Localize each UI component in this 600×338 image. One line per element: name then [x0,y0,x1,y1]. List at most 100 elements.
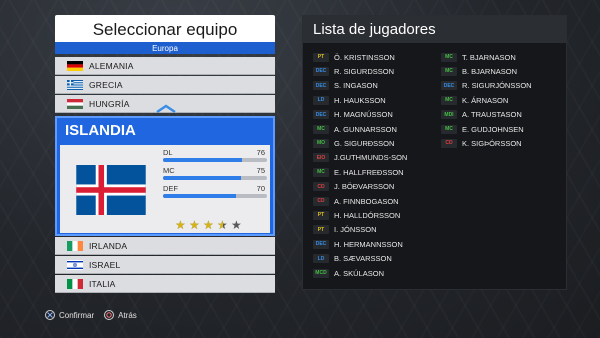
stat-label: MC [163,166,175,175]
position-badge: DEC [313,81,329,91]
player-row[interactable]: PT I. JÓNSSON [313,224,377,236]
player-name: J. BÖÐVARSSON [334,182,395,192]
position-badge: CD [313,196,329,206]
player-row[interactable]: PT Ö. KRISTINSSON [313,51,395,63]
position-badge: DEC [313,110,329,120]
player-row[interactable]: MC T. BJARNASON [441,51,516,63]
select-team-title: Seleccionar equipo [55,15,275,45]
chevron-up-icon[interactable] [154,104,178,114]
position-badge: PT [313,52,329,62]
position-badge: MC [441,66,457,76]
team-row-israel[interactable]: ISRAEL [55,256,275,274]
player-row[interactable]: LD H. HAUKSSON [313,94,386,106]
team-row-italia[interactable]: ITALIA [55,275,275,293]
footer-controls: Confirmar Atrás [45,309,137,321]
player-row[interactable]: DEC S. INGASON [313,80,378,92]
player-row[interactable]: DEC H. HERMANNSSON [313,238,403,250]
player-name: G. SIGURÐSSON [334,138,395,148]
player-row[interactable]: MC A. GUNNARSSON [313,123,397,135]
selected-team-card[interactable]: ISLANDIA DL76MC75DEF70 ★★★★★★★★★★ [55,116,275,236]
team-name: IRLANDA [89,240,128,251]
team-name: ALEMANIA [89,60,134,71]
selected-team-details: DL76MC75DEF70 ★★★★★★★★★★ [60,145,270,233]
position-badge: PT [313,225,329,235]
player-row[interactable]: MDI A. TRAUSTASON [441,109,522,121]
player-name: K. ÁRNASON [462,95,509,105]
player-name: A. TRAUSTASON [462,110,522,120]
player-row[interactable]: MO G. SIGURÐSSON [313,137,394,149]
circle-button-icon[interactable] [104,310,115,320]
player-name: H. HERMANNSSON [334,239,403,249]
position-badge: LD [313,254,329,264]
player-name: H. HALLDÓRSSON [334,210,401,220]
star-icon: ★★ [189,218,200,232]
position-badge: DEC [313,66,329,76]
player-row[interactable]: MC K. ÁRNASON [441,94,508,106]
player-name: R. SIGURJÓNSSON [462,81,532,91]
back-label[interactable]: Atrás [118,311,137,320]
team-star-rating: ★★★★★★★★★★ [175,219,243,231]
player-list-panel: Lista de jugadores PT Ö. KRISTINSSON DEC R.… [302,15,567,290]
italy-flag-icon [67,278,83,289]
greece-flag-icon [67,79,83,90]
player-row[interactable]: MCD A. SKÚLASON [313,267,384,279]
player-name: J.GUTHMUNDS-SON [334,153,408,163]
position-badge: MC [441,124,457,134]
player-name: S. INGASON [334,81,378,91]
player-name: R. SIGURDSSON [334,66,395,76]
player-row[interactable]: EIO J.GUTHMUNDS-SON [313,152,407,164]
team-row-grecia[interactable]: GRECIA [55,76,275,94]
player-name: B. BJARNASON [462,66,518,76]
region-filter[interactable]: Europa [55,42,275,54]
player-row[interactable]: DEC R. SIGURJÓNSSON [441,80,532,92]
player-list-title: Lista de jugadores [303,16,566,43]
player-row[interactable]: DEC H. MAGNÚSSON [313,109,393,121]
stat-value: 70 [256,184,265,193]
position-badge: MC [441,95,457,105]
stat-bar [163,194,267,198]
stat-bar-fill [163,158,243,162]
position-badge: DEC [313,239,329,249]
player-row[interactable]: PT H. HALLDÓRSSON [313,209,400,221]
stat-bar-fill [163,194,236,198]
position-badge: MO [313,138,329,148]
player-row[interactable]: CD J. BÖÐVARSSON [313,181,394,193]
iceland-flag-icon [73,165,149,215]
player-row[interactable]: CD A. FINNBOGASON [313,195,399,207]
stat-label: DEF [163,184,178,193]
star-icon: ★★ [175,218,186,232]
player-row[interactable]: DEC R. SIGURDSSON [313,65,394,77]
player-row[interactable]: MC B. BJARNASON [441,65,517,77]
position-badge: MDI [441,110,457,120]
player-name: I. JÓNSSON [334,225,377,235]
stat-bar [163,176,267,180]
stat-label: DL [163,148,173,157]
player-name: Ö. KRISTINSSON [334,52,395,62]
cross-button-icon[interactable] [45,310,55,320]
star-icon: ★★ [231,218,242,232]
player-row[interactable]: MC E. HALLFREÐSSON [313,166,404,178]
star-icon: ★★ [217,218,228,232]
hungary-flag-icon [67,98,83,109]
ireland-flag-icon [67,240,83,251]
position-badge: CD [441,138,457,148]
team-row-alemania[interactable]: ALEMANIA [55,57,275,75]
selected-team-name: ISLANDIA [65,122,136,139]
germany-flag-icon [67,60,83,71]
stat-bar [163,158,267,162]
team-name: HUNGRÍA [89,98,130,109]
confirm-label[interactable]: Confirmar [59,311,94,320]
player-row[interactable]: LD B. SÆVARSSON [313,253,392,265]
position-badge: LD [313,95,329,105]
israel-flag-icon [67,259,83,270]
team-name: ISRAEL [89,259,121,270]
position-badge: MCD [313,268,329,278]
player-name: E. GUDJOHNSEN [462,124,524,134]
player-row[interactable]: CD K. SIGÞÓRSSON [441,137,522,149]
player-name: H. MAGNÚSSON [334,110,393,120]
star-icon: ★★ [203,218,214,232]
team-row-irlanda[interactable]: IRLANDA [55,237,275,255]
position-badge: DEC [441,81,457,91]
player-row[interactable]: MC E. GUDJOHNSEN [441,123,524,135]
position-badge: MC [441,52,457,62]
